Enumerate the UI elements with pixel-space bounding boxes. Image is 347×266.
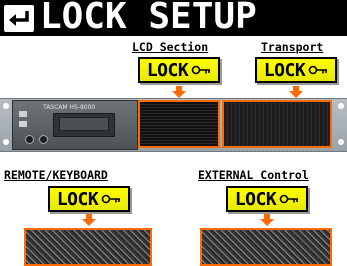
power-button — [19, 111, 27, 117]
device-left-section: TASCAM HS-8000 — [12, 100, 138, 150]
external-control-lock-button[interactable]: LOCK — [226, 186, 308, 212]
lcd-section-area — [138, 100, 220, 148]
title-bar: LOCK SETUP — [0, 0, 347, 37]
rack-screw — [338, 139, 344, 145]
card-slot-inner — [59, 117, 109, 131]
return-arrow-icon — [9, 10, 29, 26]
lock-setup-screen: LOCK SETUP LCD Section LOCK Transport LO… — [0, 0, 347, 266]
device-brand: TASCAM HS-8000 — [43, 104, 96, 111]
external-control-label: EXTERNAL Control — [198, 168, 309, 182]
transport-arrow-icon — [289, 86, 303, 98]
external-control-area — [200, 228, 332, 266]
transport-section-area — [222, 100, 332, 148]
transport-section-label: Transport — [261, 40, 324, 54]
lcd-lock-button-label: LOCK — [146, 59, 189, 81]
back-button[interactable] — [4, 5, 34, 32]
key-icon — [279, 194, 299, 204]
lcd-lock-button[interactable]: LOCK — [138, 57, 220, 83]
knob — [39, 135, 48, 144]
rack-screw — [3, 139, 9, 145]
remote-arrow-icon — [82, 214, 96, 226]
key-icon — [101, 194, 121, 204]
remote-keyboard-label: REMOTE/KEYBOARD — [4, 168, 108, 182]
knob — [25, 135, 34, 144]
external-control-lock-button-label: LOCK — [234, 188, 277, 210]
transport-lock-button-label: LOCK — [263, 59, 306, 81]
key-icon — [308, 65, 328, 75]
lcd-section-label: LCD Section — [132, 40, 209, 54]
remote-keyboard-area — [24, 228, 152, 266]
remote-keyboard-lock-button-label: LOCK — [56, 188, 99, 210]
rack-screw — [3, 103, 9, 109]
transport-lock-button[interactable]: LOCK — [255, 57, 337, 83]
page-title: LOCK SETUP — [40, 0, 257, 37]
key-icon — [191, 65, 211, 75]
lcd-arrow-icon — [172, 86, 186, 98]
rack-screw — [338, 103, 344, 109]
external-arrow-icon — [260, 214, 274, 226]
panel-button — [19, 121, 27, 127]
remote-keyboard-lock-button[interactable]: LOCK — [48, 186, 130, 212]
